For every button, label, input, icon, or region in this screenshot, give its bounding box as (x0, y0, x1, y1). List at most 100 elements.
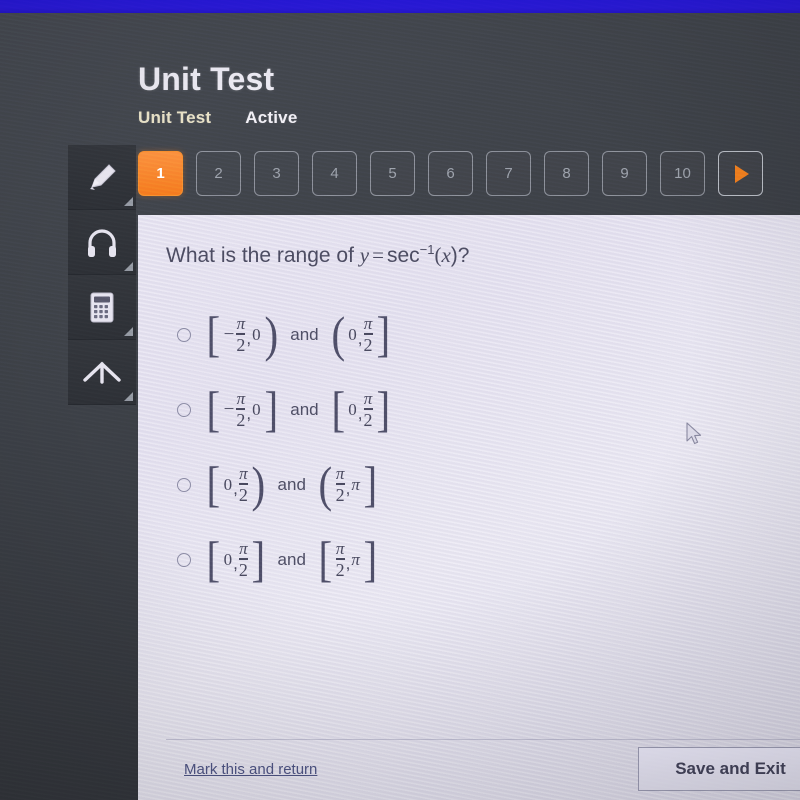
screen-photo: Unit Test Unit Test Active 1 2 3 4 5 6 7… (0, 0, 800, 800)
connector-and: and (277, 474, 306, 494)
fraction-denominator: 2 (335, 484, 345, 505)
fraction: π 2 (363, 313, 373, 355)
bracket-close: ) (264, 305, 278, 362)
radio-option-b[interactable] (177, 402, 191, 417)
question-expr-equals: = (372, 243, 384, 267)
fraction: π 2 (335, 538, 345, 580)
pager-item-10[interactable]: 10 (660, 151, 705, 196)
endpoint-value: 0 (223, 474, 233, 494)
pager-item-3[interactable]: 3 (254, 151, 299, 196)
calculator-icon (82, 287, 122, 327)
comma: , (345, 478, 351, 498)
fraction: π 2 (363, 389, 373, 430)
interval-a-left: [ − π 2 , 0 ) (205, 305, 279, 362)
fraction: π 2 (335, 463, 345, 505)
fraction-denominator: 2 (236, 334, 246, 355)
endpoint-value: 0 (348, 324, 357, 344)
fraction: π 2 (238, 538, 248, 580)
footer-divider (166, 739, 800, 740)
bracket-close: ] (376, 305, 390, 362)
question-expr-fn: sec (386, 244, 420, 267)
question-expr-close-paren: )? (450, 244, 470, 267)
pager-item-9[interactable]: 9 (602, 151, 647, 196)
mouse-cursor (686, 422, 704, 453)
answer-options: [ − π 2 , 0 ) and (0 , π 2] [− π 2 , … (166, 297, 766, 597)
answer-option-a-expression: [ − π 2 , 0 ) and (0 , π 2] (205, 305, 391, 362)
bracket-close: ] (363, 455, 378, 512)
subtab-unit-test[interactable]: Unit Test (138, 108, 211, 128)
bracket-close: ] (264, 380, 278, 437)
tool-rail (68, 145, 136, 405)
pager-item-7[interactable]: 7 (486, 151, 531, 196)
audio-tool[interactable] (68, 210, 136, 275)
endpoint-value: π (351, 474, 360, 494)
pager-item-8[interactable]: 8 (544, 151, 589, 196)
sign: − (223, 323, 235, 345)
answer-option-a[interactable]: [ − π 2 , 0 ) and (0 , π 2] (166, 297, 766, 372)
answer-option-b[interactable]: [ − π 2 , 0 ] and [0 , π 2] (166, 372, 766, 447)
pager-next-button[interactable] (718, 151, 763, 196)
pager-item-2[interactable]: 2 (196, 151, 241, 196)
headphones-icon (82, 222, 122, 262)
fraction-denominator: 2 (335, 559, 345, 580)
fraction-numerator: π (363, 313, 373, 333)
pager-item-5[interactable]: 5 (370, 151, 415, 196)
question-panel: What is the range of y = sec−1(x)? [ − π 2 (138, 215, 800, 800)
subtab-list: Unit Test Active (138, 108, 298, 128)
answer-option-c-expression: [ 0 , π 2 ) and (π 2 , π] (205, 455, 379, 512)
comma: , (233, 553, 238, 573)
subtab-active[interactable]: Active (245, 108, 297, 128)
bracket-open: [ (206, 380, 221, 437)
fraction-denominator: 2 (363, 334, 373, 355)
bracket-open: ( (318, 455, 333, 512)
fraction-numerator: π (239, 463, 248, 483)
interval-d-right: [ π 2 , π ] (317, 530, 379, 587)
bracket-open: [ (206, 305, 221, 362)
interval-c-right: ( π 2 , π ] (317, 455, 379, 512)
bracket-open: [ (206, 455, 221, 512)
fraction: π 2 (238, 463, 248, 504)
radio-option-a[interactable] (177, 327, 191, 342)
endpoint-value: 0 (252, 399, 261, 419)
comma: , (357, 403, 363, 423)
question-prompt-text: What is the range of (166, 244, 360, 267)
answer-option-d-expression: [ 0 , π 2 ] and [π 2 , π] (205, 530, 379, 587)
fraction-denominator: 2 (238, 559, 248, 580)
question-expr-y: y (359, 243, 370, 267)
highlighter-tool[interactable] (68, 145, 136, 210)
pager-item-6[interactable]: 6 (428, 151, 473, 196)
answer-option-d[interactable]: [ 0 , π 2 ] and [π 2 , π] (166, 522, 766, 597)
browser-top-bar (0, 0, 800, 13)
endpoint-value: 0 (348, 399, 357, 419)
bracket-open: [ (318, 530, 333, 587)
interval-c-left: [ 0 , π 2 ) (205, 455, 267, 512)
collapse-tool[interactable] (68, 340, 136, 405)
radio-option-d[interactable] (177, 552, 191, 567)
save-and-exit-button[interactable]: Save and Exit (638, 747, 800, 791)
pager-item-4[interactable]: 4 (312, 151, 357, 196)
connector-and: and (290, 399, 319, 419)
question-prompt: What is the range of y = sec−1(x)? (166, 242, 469, 268)
mark-this-and-return-link[interactable]: Mark this and return (184, 761, 317, 778)
radio-option-c[interactable] (177, 477, 191, 492)
interval-b-right: [ 0 , π 2 ] (330, 380, 392, 437)
bracket-close: ] (376, 380, 390, 437)
fraction: π 2 (236, 314, 246, 355)
fraction-numerator: π (335, 463, 345, 483)
calculator-tool[interactable] (68, 275, 136, 340)
answer-option-c[interactable]: [ 0 , π 2 ) and (π 2 , π] (166, 447, 766, 522)
interval-b-left: [ − π 2 , 0 ] (205, 380, 279, 437)
pager-item-1[interactable]: 1 (138, 151, 183, 196)
question-expr-var: x (441, 243, 451, 267)
bracket-close: ] (251, 530, 266, 587)
connector-and: and (290, 324, 319, 344)
fraction-denominator: 2 (363, 409, 373, 430)
bracket-open: ( (331, 305, 345, 362)
bracket-close: ] (363, 530, 378, 587)
endpoint-value: π (351, 549, 360, 569)
highlighter-icon (82, 157, 122, 197)
question-expr-superscript: −1 (419, 242, 435, 257)
fraction-numerator: π (239, 538, 248, 558)
endpoint-value: 0 (223, 549, 233, 569)
fraction-numerator: π (335, 538, 345, 558)
